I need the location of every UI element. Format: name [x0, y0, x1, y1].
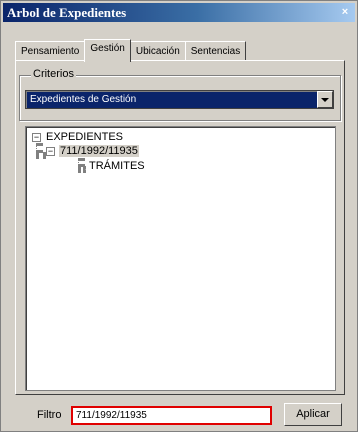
criteria-select[interactable]: Expedientes de Gestión: [25, 90, 334, 109]
criteria-selected-value: Expedientes de Gestión: [30, 94, 137, 105]
tab-sentencias[interactable]: Sentencias: [184, 41, 247, 61]
tab-ubicacion[interactable]: Ubicación: [129, 41, 186, 61]
close-icon[interactable]: ×: [339, 5, 351, 19]
tree-connector: [36, 152, 46, 156]
tree-node-expediente[interactable]: 711/1992/11935: [59, 145, 139, 158]
tree-node-tramites[interactable]: TRÁMITES: [89, 160, 145, 173]
tab-pensamiento[interactable]: Pensamiento: [15, 41, 86, 61]
window-title: Arbol de Expedientes: [7, 5, 127, 20]
expedientes-window: Arbol de Expedientes × Pensamiento Gesti…: [0, 0, 358, 432]
filter-input[interactable]: [71, 406, 272, 425]
collapse-icon[interactable]: −: [32, 133, 41, 142]
tree-connector: [78, 166, 86, 170]
collapse-icon[interactable]: −: [46, 147, 55, 156]
tab-gestion[interactable]: Gestión: [84, 39, 131, 62]
chevron-down-icon[interactable]: [317, 91, 333, 108]
filter-label: Filtro: [37, 409, 62, 421]
tree-node-expedientes[interactable]: EXPEDIENTES: [46, 131, 123, 144]
tab-strip: Pensamiento Gestión Ubicación Sentencias: [15, 39, 247, 62]
expedientes-tree[interactable]: − EXPEDIENTES − 711/1992/11935 TRÁMITES: [25, 126, 336, 391]
apply-button[interactable]: Aplicar: [284, 403, 342, 426]
criteria-legend: Criterios: [31, 67, 76, 81]
tree-node-expediente-label: 711/1992/11935: [59, 145, 139, 157]
title-bar[interactable]: Arbol de Expedientes ×: [3, 3, 355, 22]
